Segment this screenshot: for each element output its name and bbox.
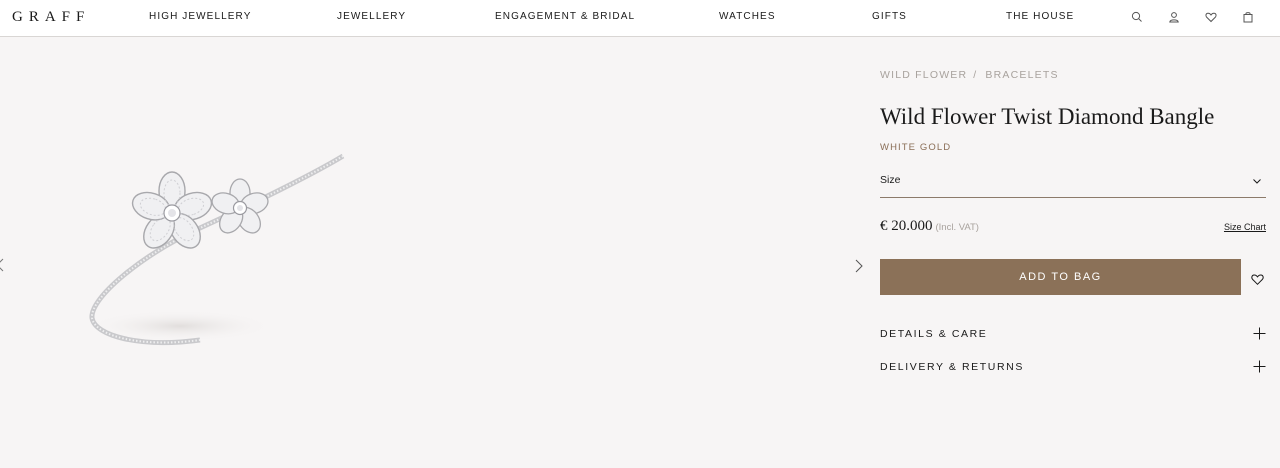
account-icon[interactable] bbox=[1167, 10, 1181, 24]
breadcrumb-item-wild-flower[interactable]: WILD FLOWER bbox=[880, 69, 967, 81]
wishlist-icon[interactable] bbox=[1204, 10, 1218, 24]
brand-logo[interactable]: GRAFF bbox=[12, 9, 90, 26]
accordion-details-care[interactable]: DETAILS & CARE bbox=[880, 324, 1266, 346]
size-select-label: Size bbox=[880, 174, 901, 186]
breadcrumb: WILD FLOWER / BRACELETS bbox=[880, 69, 1059, 81]
add-to-bag-button[interactable]: ADD TO BAG bbox=[880, 259, 1241, 295]
nav-item-the-house[interactable]: THE HOUSE bbox=[1006, 11, 1074, 22]
accordion-label: DETAILS & CARE bbox=[880, 328, 988, 340]
nav-item-gifts[interactable]: GIFTS bbox=[872, 11, 907, 22]
breadcrumb-item-bracelets[interactable]: BRACELETS bbox=[985, 69, 1058, 81]
accordion-delivery-returns[interactable]: DELIVERY & RETURNS bbox=[880, 357, 1266, 379]
bag-icon[interactable] bbox=[1241, 10, 1255, 24]
product-title: Wild Flower Twist Diamond Bangle bbox=[880, 104, 1215, 129]
search-icon[interactable] bbox=[1130, 10, 1144, 24]
accordion-label: DELIVERY & RETURNS bbox=[880, 361, 1024, 373]
nav-item-high-jewellery[interactable]: HIGH JEWELLERY bbox=[149, 11, 251, 22]
product-image bbox=[80, 148, 360, 358]
nav-item-engagement-bridal[interactable]: ENGAGEMENT & BRIDAL bbox=[495, 11, 635, 22]
plus-icon bbox=[1253, 327, 1266, 340]
size-chart-link[interactable]: Size Chart bbox=[1224, 222, 1266, 232]
price-value: € 20.000 bbox=[880, 218, 933, 234]
add-to-wishlist-heart-icon[interactable] bbox=[1250, 272, 1265, 286]
nav-item-jewellery[interactable]: JEWELLERY bbox=[337, 11, 406, 22]
site-header: GRAFF HIGH JEWELLERY JEWELLERY ENGAGEMEN… bbox=[0, 0, 1280, 37]
chevron-down-icon bbox=[1253, 179, 1261, 184]
vat-note: (Incl. VAT) bbox=[935, 222, 979, 233]
plus-icon bbox=[1253, 360, 1266, 373]
nav-item-watches[interactable]: WATCHES bbox=[719, 11, 776, 22]
gallery-prev-icon[interactable] bbox=[0, 255, 8, 275]
product-metal: WHITE GOLD bbox=[880, 142, 952, 153]
gallery-next-icon[interactable] bbox=[851, 257, 865, 275]
breadcrumb-separator: / bbox=[973, 69, 978, 81]
size-select[interactable]: Size bbox=[880, 166, 1266, 198]
product-gallery bbox=[0, 38, 870, 468]
product-price: € 20.000 (Incl. VAT) bbox=[880, 218, 979, 235]
